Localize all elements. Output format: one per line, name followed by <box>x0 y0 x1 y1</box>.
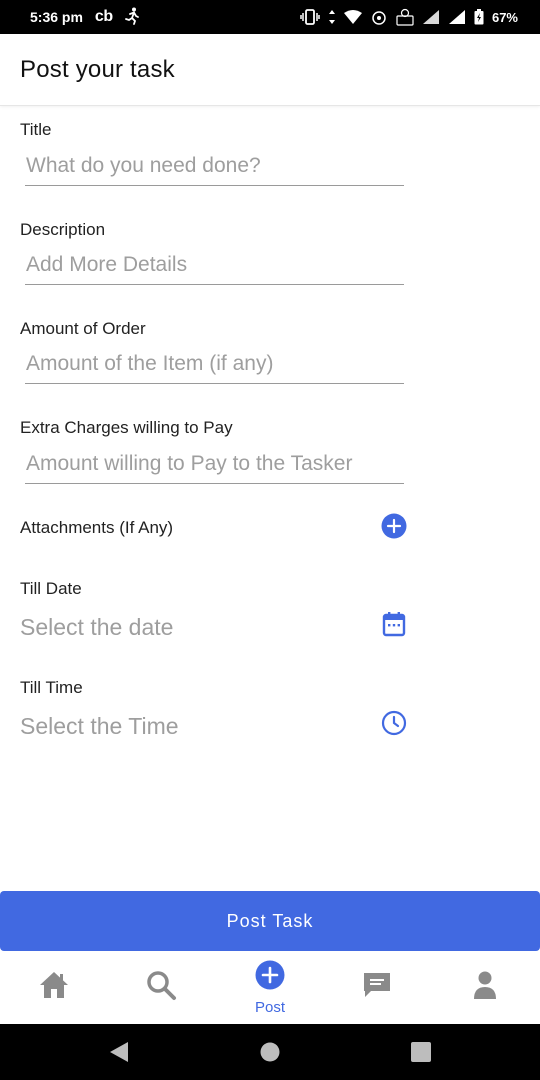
page-title: Post your task <box>20 55 175 83</box>
signal-1-icon <box>422 9 440 25</box>
date-picker-button[interactable] <box>381 611 407 642</box>
date-picker-value[interactable]: Select the date <box>20 614 173 641</box>
time-picker-value[interactable]: Select the Time <box>20 713 179 740</box>
home-icon <box>38 970 70 1005</box>
title-label: Title <box>20 120 52 139</box>
till-date-label: Till Date <box>20 579 82 598</box>
till-time-label: Till Time <box>20 678 83 697</box>
add-circle-icon <box>381 513 407 544</box>
person-icon <box>471 970 499 1005</box>
battery-percent: 67% <box>491 9 518 25</box>
carrier-logo: cb <box>94 8 113 25</box>
volte-icon <box>396 8 414 26</box>
nav-item-post[interactable]: Post <box>235 951 305 1024</box>
search-icon <box>145 969 177 1006</box>
clock-icon <box>381 710 407 741</box>
extra-charges-input[interactable] <box>25 444 404 484</box>
title-input[interactable] <box>25 146 404 186</box>
battery-icon <box>474 9 484 25</box>
nav-item-messages[interactable] <box>352 951 402 1024</box>
status-bar: 5:36 pm cb 67% <box>0 0 540 34</box>
home-circle-icon[interactable] <box>260 1042 280 1067</box>
post-task-button[interactable]: Post Task <box>0 891 540 951</box>
time-picker-button[interactable] <box>381 710 407 741</box>
system-nav-bar <box>0 1024 540 1080</box>
amount-label: Amount of Order <box>20 319 146 338</box>
extra-charges-label: Extra Charges willing to Pay <box>20 418 233 437</box>
nav-item-search[interactable] <box>136 951 186 1024</box>
signal-2-icon <box>448 9 466 25</box>
nav-item-profile[interactable] <box>460 951 510 1024</box>
hotspot-icon <box>370 9 388 25</box>
attachments-label: Attachments (If Any) <box>20 518 174 537</box>
calendar-icon <box>382 611 406 642</box>
description-input[interactable] <box>25 245 404 285</box>
data-arrows-icon <box>328 9 336 25</box>
chat-icon <box>361 970 393 1005</box>
status-time: 5:36 pm <box>30 9 83 25</box>
amount-input[interactable] <box>25 344 404 384</box>
running-person-icon <box>124 7 139 28</box>
app-header: Post your task <box>0 34 540 106</box>
nav-label-post: Post <box>254 998 285 1016</box>
add-attachment-button[interactable] <box>381 513 407 544</box>
wifi-icon <box>343 10 362 24</box>
add-circle-icon <box>255 960 285 995</box>
vibrate-icon <box>300 9 320 25</box>
nav-item-home[interactable] <box>29 951 79 1024</box>
recents-icon[interactable] <box>411 1042 431 1067</box>
back-icon[interactable] <box>108 1041 130 1068</box>
description-label: Description <box>20 220 106 239</box>
bottom-nav: Post <box>0 951 540 1024</box>
